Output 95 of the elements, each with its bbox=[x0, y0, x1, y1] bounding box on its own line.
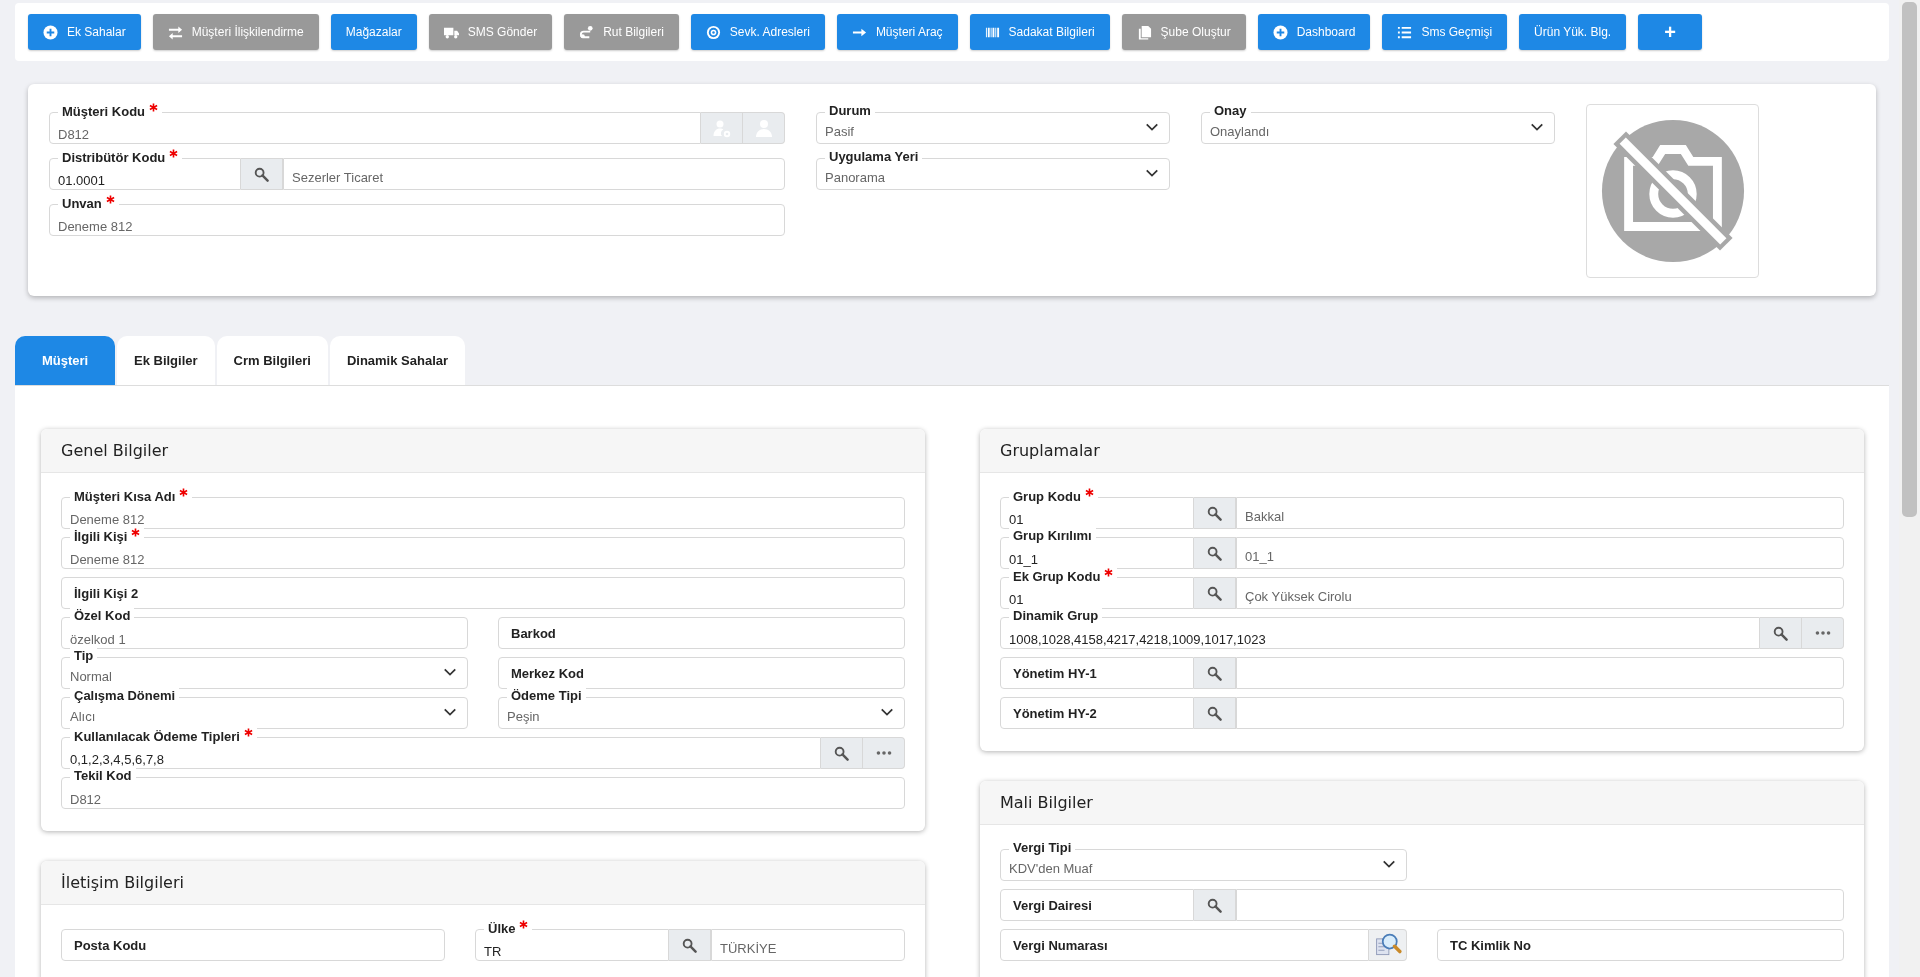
toolbar-button[interactable]: Müşteri Araç bbox=[836, 14, 958, 50]
field-label: Ödeme Tipi bbox=[507, 688, 586, 703]
field-label: TC Kimlik No bbox=[1449, 938, 1532, 953]
description-field[interactable] bbox=[1236, 697, 1844, 729]
field-label: Distribütör Kodu bbox=[58, 149, 183, 165]
input-field[interactable] bbox=[61, 929, 445, 961]
field-label: Tekil Kod bbox=[70, 768, 136, 783]
input-field[interactable] bbox=[498, 617, 905, 649]
search-icon bbox=[1773, 625, 1788, 641]
field-label: Onay bbox=[1210, 103, 1251, 118]
description-field[interactable] bbox=[1236, 889, 1844, 921]
tab[interactable]: Müşteri bbox=[15, 336, 115, 385]
more-dots-icon bbox=[875, 751, 892, 755]
search-button[interactable] bbox=[241, 158, 283, 190]
search-button[interactable] bbox=[1369, 929, 1407, 961]
search-button[interactable] bbox=[669, 929, 711, 961]
description-field[interactable]: TÜRKİYE bbox=[711, 929, 905, 961]
input-field[interactable] bbox=[61, 577, 905, 609]
field-label: Yönetim HY-2 bbox=[1012, 706, 1098, 721]
search-icon bbox=[1207, 505, 1222, 521]
search-button[interactable] bbox=[1194, 657, 1236, 689]
list-icon bbox=[1397, 24, 1413, 40]
field-label: Çalışma Dönemi bbox=[70, 688, 180, 703]
field-label: Vergi Dairesi bbox=[1012, 898, 1093, 913]
field-label: Müşteri Kodu bbox=[58, 103, 163, 119]
field-label: Posta Kodu bbox=[73, 938, 148, 953]
scrollbar-thumb[interactable] bbox=[1902, 2, 1917, 517]
field-label: Özel Kod bbox=[70, 608, 135, 623]
search-button[interactable] bbox=[821, 737, 863, 769]
field-label: Ülke bbox=[484, 920, 533, 936]
toolbar-button[interactable]: Mağazalar bbox=[330, 14, 417, 50]
search-button[interactable] bbox=[1194, 497, 1236, 529]
field-label: Dinamik Grup bbox=[1009, 608, 1103, 623]
search-icon bbox=[682, 937, 697, 953]
field-label: Merkez Kod bbox=[510, 666, 585, 681]
input-field[interactable] bbox=[1000, 697, 1194, 729]
toolbar-button[interactable]: Sms Geçmişi bbox=[1382, 14, 1508, 50]
plus-circle-icon bbox=[1272, 24, 1288, 40]
input-field[interactable] bbox=[1000, 929, 1369, 961]
field-label: Ek Grup Kodu bbox=[1009, 568, 1118, 584]
swap-arrows-icon bbox=[167, 24, 183, 40]
field-label: Vergi Tipi bbox=[1009, 840, 1076, 855]
field-label: Grup Kırılımı bbox=[1009, 528, 1096, 543]
field-label: Yönetim HY-1 bbox=[1012, 666, 1098, 681]
search-button[interactable] bbox=[1194, 537, 1236, 569]
panel-title: Gruplamalar bbox=[1000, 441, 1100, 460]
field-label: Vergi Numarası bbox=[1012, 938, 1109, 953]
toolbar-button[interactable]: Ek Sahalar bbox=[28, 14, 141, 50]
tab[interactable]: Dinamik Sahalar bbox=[329, 336, 466, 385]
field-label: Müşteri Kısa Adı bbox=[70, 488, 193, 504]
field-label: Kullanılacak Ödeme Tipleri bbox=[70, 728, 257, 744]
field-label: Tip bbox=[70, 648, 98, 663]
search-icon bbox=[1207, 585, 1222, 601]
plus-circle-icon bbox=[43, 24, 58, 40]
panel-title: İletişim Bilgileri bbox=[61, 873, 184, 892]
toolbar-button[interactable]: Dashboard bbox=[1257, 14, 1371, 50]
field-label: Durum bbox=[825, 103, 875, 118]
toolbar-button[interactable]: Sadakat Bilgileri bbox=[969, 14, 1110, 50]
search-icon bbox=[1207, 897, 1222, 913]
search-button[interactable] bbox=[1194, 889, 1236, 921]
copy-icon bbox=[1136, 24, 1152, 40]
field-label: İlgili Kişi 2 bbox=[73, 586, 140, 601]
search-icon bbox=[1207, 665, 1222, 681]
toolbar-button[interactable]: Ürün Yük. Blg. bbox=[1519, 14, 1627, 50]
scrollbar[interactable] bbox=[1899, 0, 1920, 977]
field-label: Uygulama Yeri bbox=[825, 149, 923, 164]
description-field[interactable]: Bakkal bbox=[1236, 497, 1844, 529]
field-label: Grup Kodu bbox=[1009, 488, 1098, 504]
input-field[interactable] bbox=[1000, 657, 1194, 689]
search-icon bbox=[254, 166, 269, 182]
input-field[interactable] bbox=[1000, 889, 1194, 921]
more-dots-icon bbox=[1814, 631, 1831, 635]
tab[interactable]: Crm Bilgileri bbox=[216, 336, 328, 385]
toolbar-button[interactable]: Sevk. Adresleri bbox=[690, 14, 825, 50]
description-field[interactable]: Sezerler Ticaret bbox=[283, 158, 785, 190]
search-icon bbox=[834, 745, 849, 761]
toolbar-button[interactable]: + bbox=[1638, 14, 1702, 50]
search-icon bbox=[1207, 705, 1222, 721]
input-field[interactable] bbox=[498, 657, 905, 689]
search-button[interactable] bbox=[1194, 577, 1236, 609]
panel-title: Genel Bilgiler bbox=[61, 441, 169, 460]
search-button[interactable] bbox=[1760, 617, 1802, 649]
search-button[interactable] bbox=[1194, 697, 1236, 729]
description-field[interactable]: 01_1 bbox=[1236, 537, 1844, 569]
description-field[interactable]: Çok Yüksek Cirolu bbox=[1236, 577, 1844, 609]
tab[interactable]: Ek Bilgiler bbox=[117, 336, 215, 385]
input-field[interactable] bbox=[1437, 929, 1844, 961]
field-label: Unvan bbox=[58, 195, 119, 211]
field-label: Barkod bbox=[510, 626, 557, 641]
route-icon bbox=[579, 24, 595, 40]
panel-title: Mali Bilgiler bbox=[1000, 793, 1093, 812]
description-field[interactable] bbox=[1236, 657, 1844, 689]
search-icon bbox=[1207, 545, 1222, 561]
field-label: İlgili Kişi bbox=[70, 528, 145, 544]
target-icon bbox=[705, 24, 721, 40]
